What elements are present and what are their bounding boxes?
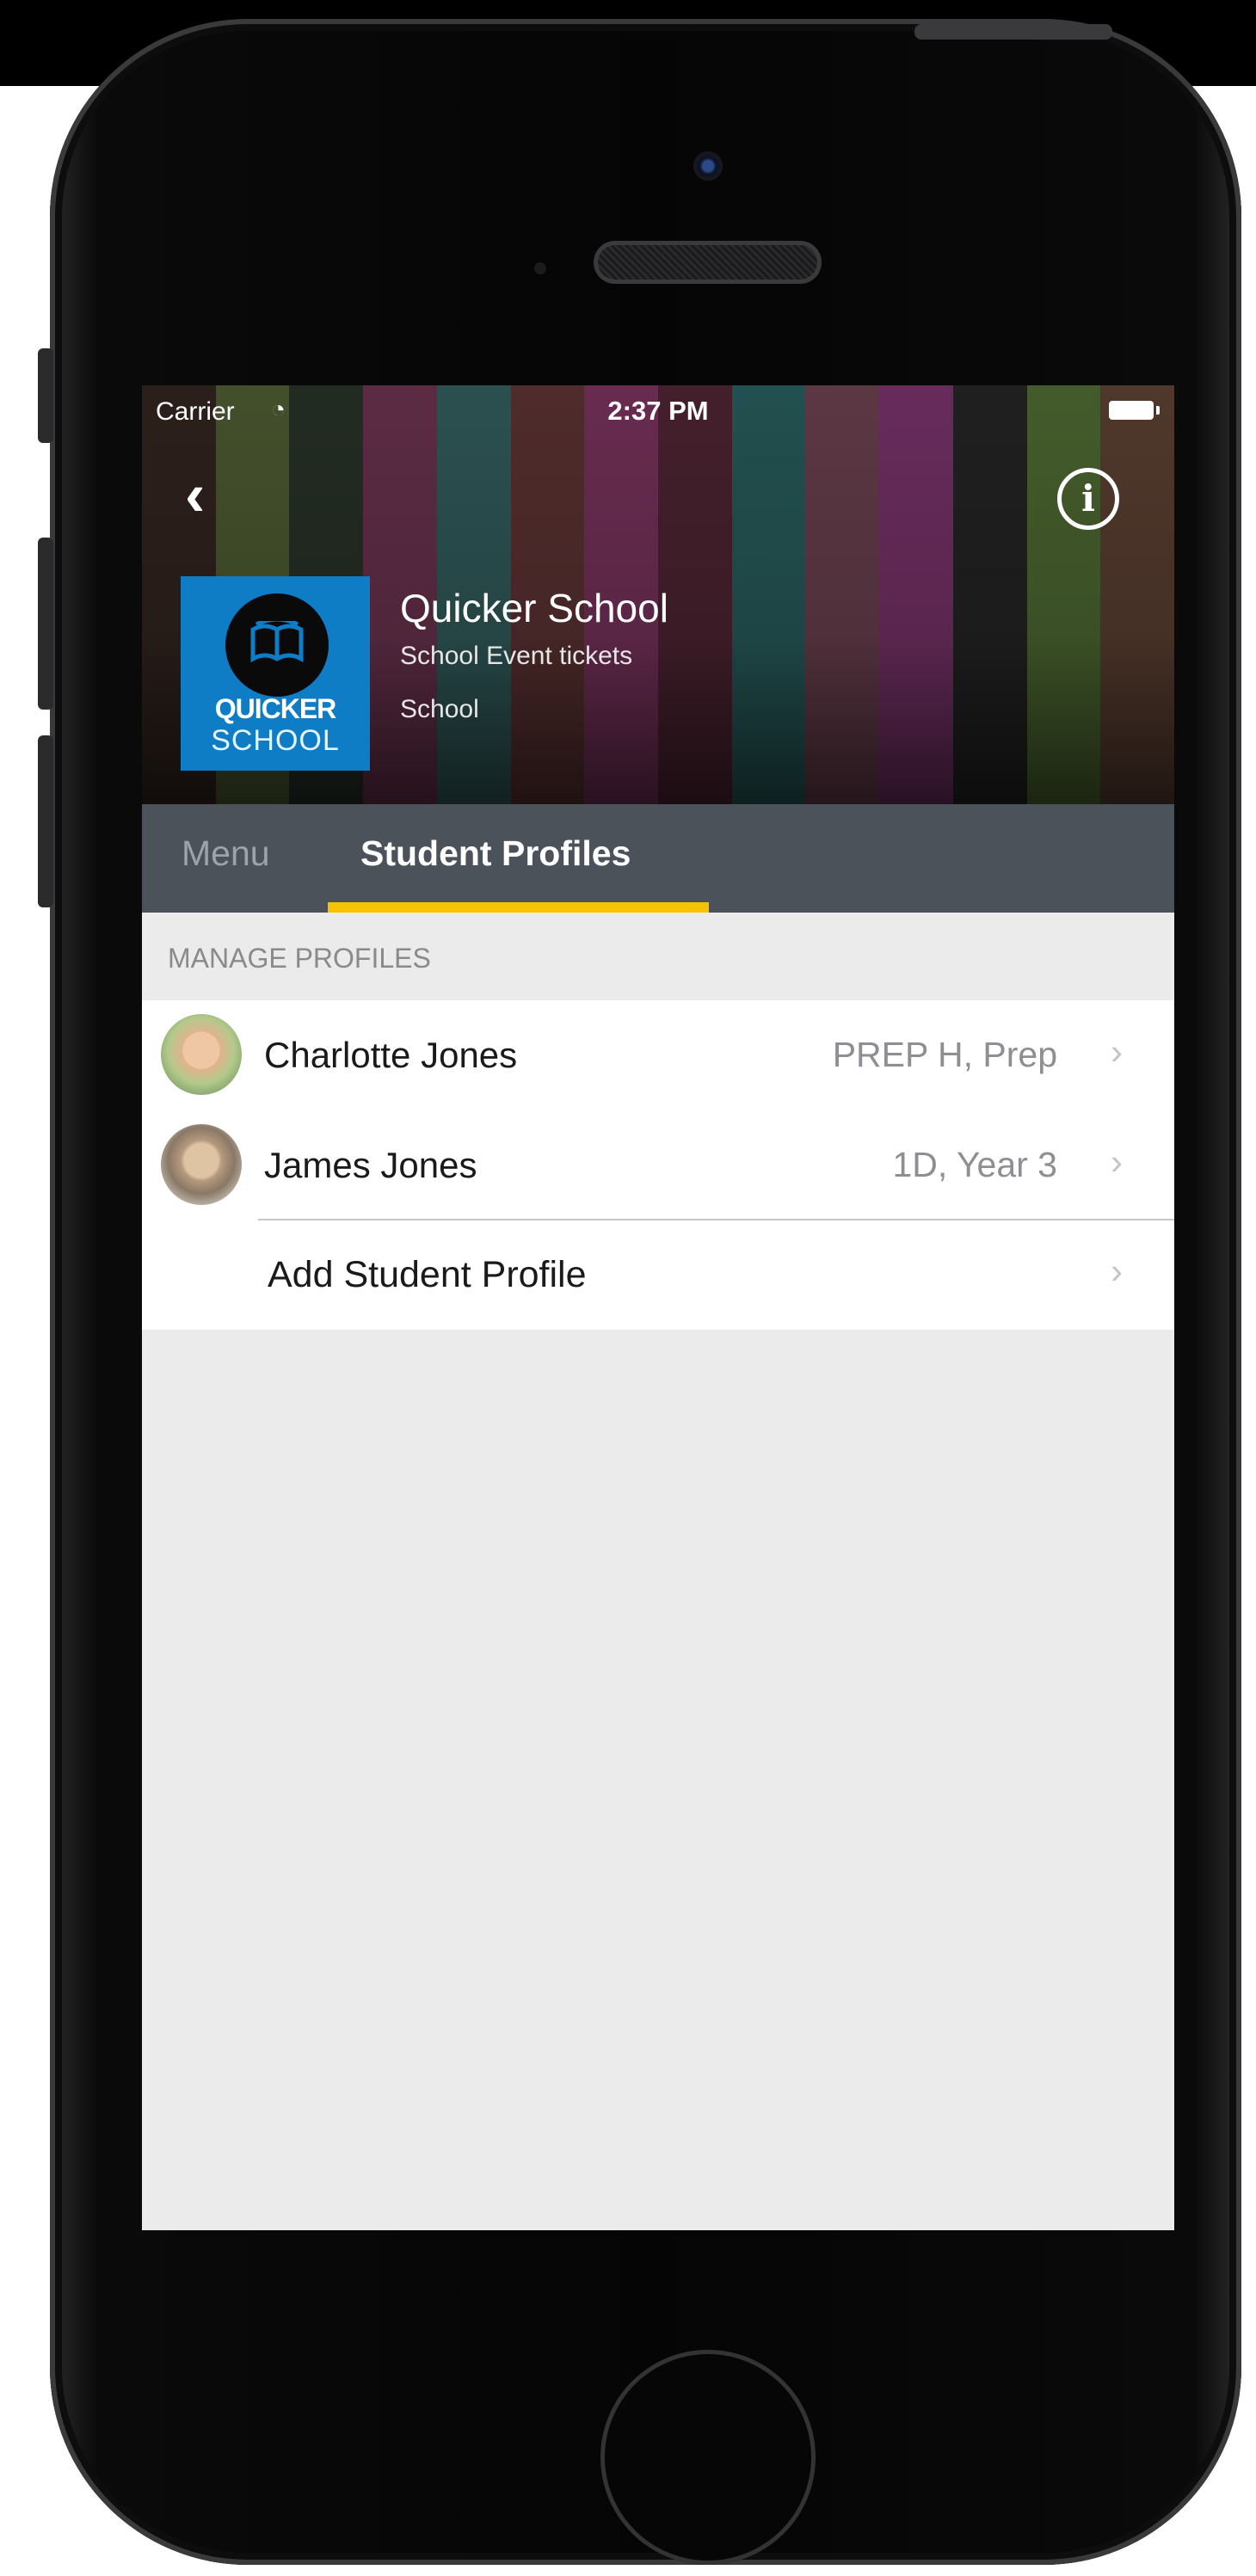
app-screen: Carrier ◔ 2:37 PM ‹ i QUICKER SCHOOL Qui… [142, 385, 1174, 2230]
tab-menu[interactable]: Menu [182, 833, 270, 874]
back-button[interactable]: ‹ [185, 464, 237, 533]
back-chevron-icon: ‹ [185, 461, 206, 528]
earpiece-speaker [594, 241, 822, 284]
profile-row-charlotte[interactable]: Charlotte Jones PREP H, Prep › [142, 1000, 1174, 1110]
battery-icon [1109, 401, 1160, 420]
front-camera [693, 151, 723, 181]
proximity-sensor [534, 262, 546, 274]
status-time: 2:37 PM [607, 396, 709, 426]
profile-class: 1D, Year 3 [892, 1145, 1058, 1184]
avatar [161, 1124, 242, 1205]
volume-down-button [38, 735, 53, 907]
info-icon: i [1081, 477, 1095, 520]
add-student-profile-row[interactable]: Add Student Profile › [142, 1220, 1174, 1330]
profile-name: James Jones [264, 1145, 477, 1185]
profile-list: Charlotte Jones PREP H, Prep › James Jon… [142, 1000, 1174, 1330]
home-button[interactable] [600, 2350, 816, 2565]
school-category: School [400, 695, 479, 723]
mute-switch [38, 348, 53, 443]
section-header: MANAGE PROFILES [168, 943, 431, 974]
book-icon [250, 621, 304, 663]
logo-text-school: SCHOOL [211, 724, 340, 757]
school-subtitle: School Event tickets [400, 642, 633, 670]
add-student-profile-label: Add Student Profile [268, 1254, 587, 1295]
chevron-right-icon: › [1111, 1141, 1123, 1182]
profile-row-james[interactable]: James Jones 1D, Year 3 › [142, 1110, 1174, 1220]
profile-class: PREP H, Prep [832, 1035, 1057, 1074]
school-name: Quicker School [400, 586, 668, 630]
volume-up-button [38, 538, 53, 710]
status-bar: Carrier ◔ 2:37 PM [142, 385, 1174, 428]
power-button [914, 24, 1112, 40]
logo-text-quicker: QUICKER [214, 693, 337, 724]
tab-selected-indicator [328, 902, 709, 913]
chevron-right-icon: › [1111, 1031, 1123, 1072]
chevron-right-icon: › [1111, 1251, 1123, 1291]
school-logo: QUICKER SCHOOL [181, 576, 370, 771]
profile-name: Charlotte Jones [264, 1035, 518, 1075]
info-button[interactable]: i [1057, 468, 1119, 530]
tab-bar: Menu Student Profiles [142, 804, 1174, 913]
school-header: Carrier ◔ 2:37 PM ‹ i QUICKER SCHOOL Qui… [142, 385, 1174, 804]
avatar [161, 1014, 242, 1095]
tab-student-profiles[interactable]: Student Profiles [360, 833, 631, 874]
